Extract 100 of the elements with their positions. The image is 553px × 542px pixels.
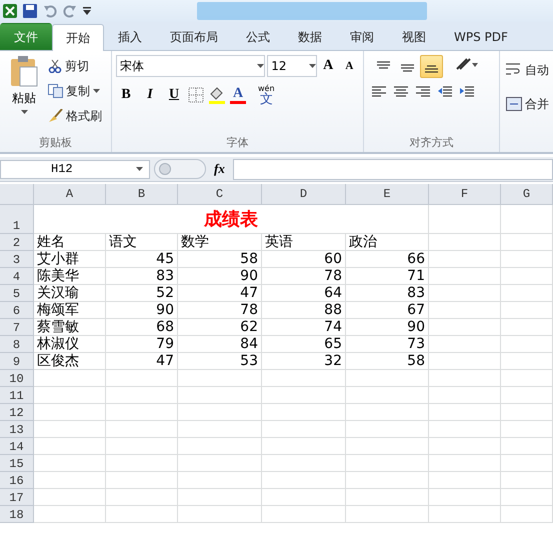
empty-cell[interactable] xyxy=(106,506,178,523)
formula-input[interactable] xyxy=(232,158,553,180)
empty-cell[interactable] xyxy=(262,421,346,438)
row-header[interactable]: 18 xyxy=(0,506,34,523)
empty-cell[interactable] xyxy=(501,455,553,472)
empty-cell[interactable] xyxy=(178,455,262,472)
empty-cell[interactable] xyxy=(178,370,262,387)
empty-cell[interactable] xyxy=(501,302,553,319)
empty-cell[interactable] xyxy=(262,472,346,489)
row-header[interactable]: 13 xyxy=(0,421,34,438)
ribbon-tab[interactable]: 开始 xyxy=(52,24,104,51)
phonetic-button[interactable]: wén 文 xyxy=(258,84,275,106)
empty-cell[interactable] xyxy=(106,438,178,455)
empty-cell[interactable] xyxy=(501,489,553,506)
empty-cell[interactable] xyxy=(501,472,553,489)
empty-cell[interactable] xyxy=(262,387,346,404)
empty-cell[interactable] xyxy=(178,421,262,438)
grow-font-button[interactable]: A xyxy=(318,58,338,74)
select-all-corner[interactable] xyxy=(0,184,34,205)
font-name-field[interactable]: 宋体 xyxy=(116,55,266,77)
row-header[interactable]: 6 xyxy=(0,302,34,319)
undo-icon[interactable] xyxy=(43,4,57,18)
empty-cell[interactable] xyxy=(501,438,553,455)
row-header[interactable]: 2 xyxy=(0,234,34,251)
row-header[interactable]: 10 xyxy=(0,370,34,387)
center-icon[interactable] xyxy=(394,86,408,99)
empty-cell[interactable] xyxy=(346,455,429,472)
empty-cell[interactable] xyxy=(429,353,501,370)
empty-cell[interactable] xyxy=(429,404,501,421)
empty-cell[interactable] xyxy=(429,205,501,234)
empty-cell[interactable] xyxy=(106,455,178,472)
dropdown-arrow-icon[interactable] xyxy=(136,167,143,171)
row-header[interactable]: 9 xyxy=(0,353,34,370)
row-header[interactable]: 15 xyxy=(0,455,34,472)
empty-cell[interactable] xyxy=(346,506,429,523)
redo-icon[interactable] xyxy=(63,4,77,18)
empty-cell[interactable] xyxy=(429,370,501,387)
empty-cell[interactable] xyxy=(262,404,346,421)
align-bottom-button[interactable] xyxy=(420,55,443,78)
empty-cell[interactable] xyxy=(429,438,501,455)
empty-cell[interactable] xyxy=(501,404,553,421)
column-header[interactable]: A xyxy=(34,184,106,205)
customize-menu-icon[interactable] xyxy=(83,7,91,15)
row-header[interactable]: 5 xyxy=(0,285,34,302)
ribbon-tab[interactable]: 视图 xyxy=(388,23,440,50)
row-header[interactable]: 8 xyxy=(0,336,34,353)
empty-cell[interactable] xyxy=(346,370,429,387)
empty-cell[interactable] xyxy=(346,404,429,421)
column-header[interactable]: C xyxy=(178,184,262,205)
empty-cell[interactable] xyxy=(262,489,346,506)
empty-cell[interactable] xyxy=(262,438,346,455)
empty-cell[interactable] xyxy=(501,268,553,285)
dropdown-arrow-icon[interactable] xyxy=(93,89,100,93)
empty-cell[interactable] xyxy=(501,370,553,387)
empty-cell[interactable] xyxy=(106,489,178,506)
row-header[interactable]: 17 xyxy=(0,489,34,506)
column-header[interactable]: D xyxy=(262,184,346,205)
empty-cell[interactable] xyxy=(429,472,501,489)
empty-cell[interactable] xyxy=(429,455,501,472)
merge-button[interactable]: 合并 xyxy=(506,93,549,115)
column-header[interactable]: G xyxy=(501,184,553,205)
empty-cell[interactable] xyxy=(178,472,262,489)
align-right-icon[interactable] xyxy=(416,86,430,99)
shrink-font-button[interactable]: A xyxy=(340,60,359,72)
empty-cell[interactable] xyxy=(429,302,501,319)
empty-cell[interactable] xyxy=(429,234,501,251)
ribbon-tab[interactable]: 页面布局 xyxy=(156,23,232,50)
save-icon[interactable] xyxy=(23,4,37,18)
empty-cell[interactable] xyxy=(429,285,501,302)
empty-cell[interactable] xyxy=(429,421,501,438)
empty-cell[interactable] xyxy=(501,387,553,404)
empty-cell[interactable] xyxy=(429,268,501,285)
empty-cell[interactable] xyxy=(501,319,553,336)
column-header[interactable]: E xyxy=(346,184,429,205)
ribbon-tab[interactable]: 审阅 xyxy=(336,23,388,50)
empty-cell[interactable] xyxy=(501,336,553,353)
insert-function-button[interactable]: fx xyxy=(210,161,229,177)
row-header[interactable]: 16 xyxy=(0,472,34,489)
paste-label[interactable]: 粘贴 xyxy=(12,90,36,107)
bold-button[interactable]: B xyxy=(116,87,136,103)
empty-cell[interactable] xyxy=(501,234,553,251)
align-left-icon[interactable] xyxy=(372,86,386,99)
row-header[interactable]: 11 xyxy=(0,387,34,404)
dropdown-arrow-icon[interactable] xyxy=(257,64,264,68)
empty-cell[interactable] xyxy=(501,285,553,302)
font-size-field[interactable]: 12 xyxy=(267,55,317,77)
row-header[interactable]: 12 xyxy=(0,404,34,421)
row-header[interactable]: 14 xyxy=(0,438,34,455)
name-box[interactable]: H12 xyxy=(0,160,150,178)
empty-cell[interactable] xyxy=(429,336,501,353)
ribbon-tab[interactable]: WPS PDF xyxy=(440,23,522,50)
empty-cell[interactable] xyxy=(501,353,553,370)
empty-cell[interactable] xyxy=(501,251,553,268)
empty-cell[interactable] xyxy=(501,506,553,523)
decrease-indent-icon[interactable] xyxy=(438,86,452,99)
copy-button[interactable]: 复制 xyxy=(48,80,102,102)
ribbon-tab[interactable]: 公式 xyxy=(232,23,284,50)
empty-cell[interactable] xyxy=(501,421,553,438)
dropdown-arrow-icon[interactable] xyxy=(308,64,316,68)
empty-cell[interactable] xyxy=(501,205,553,234)
